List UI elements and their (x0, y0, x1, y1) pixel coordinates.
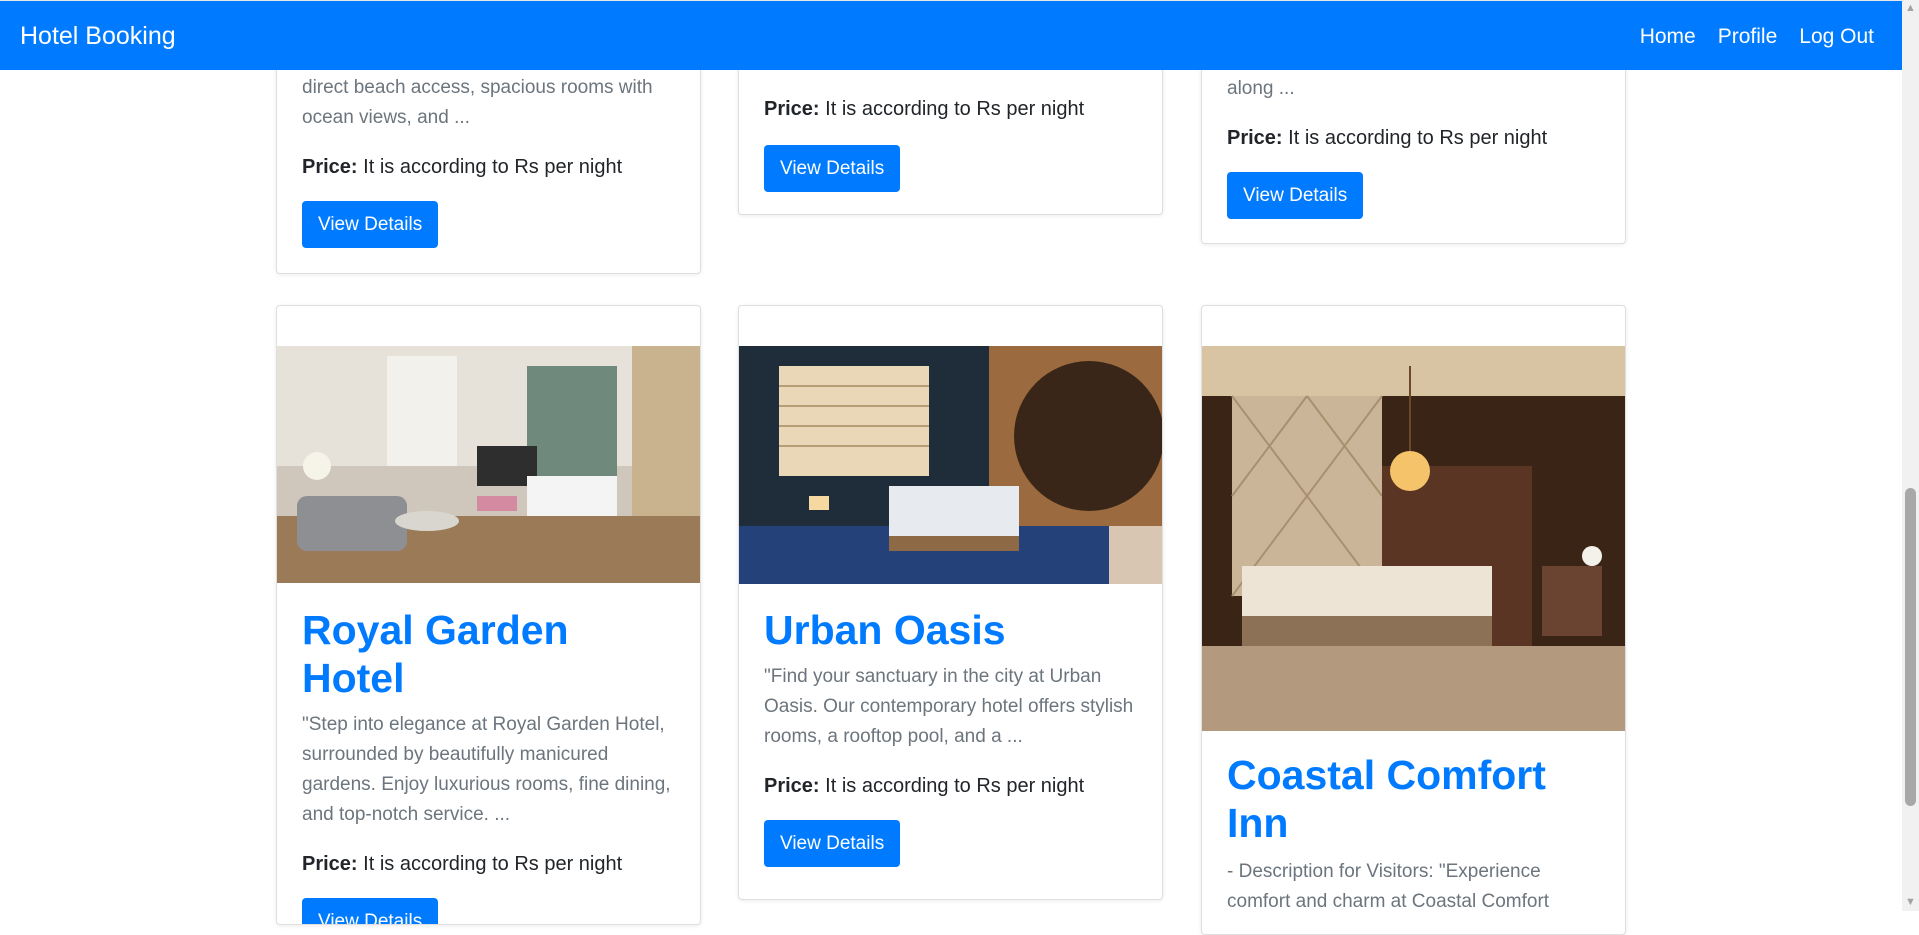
hotel-title[interactable]: Coastal Comfort Inn (1227, 751, 1607, 847)
hotel-description: direct beach access, spacious rooms with… (302, 77, 653, 128)
price-line: Price: It is according to Rs per night (1227, 127, 1548, 149)
nav-logout-link[interactable]: Log Out (1799, 25, 1874, 49)
scrollbar-thumb[interactable] (1905, 488, 1916, 806)
hotel-title[interactable]: Urban Oasis (764, 606, 1144, 654)
hotel-room-photo (277, 346, 700, 583)
hotel-description: along ... (1227, 78, 1295, 99)
scroll-up-arrow-icon[interactable]: ▲ (1902, 0, 1919, 17)
hotel-room-photo (1202, 346, 1625, 731)
brand-link[interactable]: Hotel Booking (20, 22, 176, 51)
hotel-description: "Find your sanctuary in the city at Urba… (764, 666, 1134, 747)
hotel-card-coastal-comfort: Coastal Comfort Inn - Description for Vi… (1201, 305, 1626, 935)
price-line: Price: It is according to Rs per night (302, 853, 623, 875)
navbar: Hotel Booking Home Profile Log Out (0, 0, 1902, 70)
hotel-card-top-1: direct beach access, spacious rooms with… (276, 40, 701, 274)
view-details-button[interactable]: View Details (764, 820, 901, 867)
hotel-image (739, 346, 1162, 584)
hotel-description: - Description for Visitors: "Experience … (1227, 861, 1550, 912)
nav-home-link[interactable]: Home (1640, 25, 1696, 49)
page-scrollbar[interactable]: ▲ ▼ (1902, 0, 1919, 911)
price-line: Price: It is according to Rs per night (764, 98, 1085, 120)
hotel-title[interactable]: Royal Garden Hotel (302, 606, 682, 702)
hotel-card-top-3: along ... Price: It is according to Rs p… (1201, 40, 1626, 244)
hotel-card-urban-oasis: Urban Oasis "Find your sanctuary in the … (738, 305, 1163, 900)
scroll-down-arrow-icon[interactable]: ▼ (1902, 894, 1919, 911)
view-details-button[interactable]: View Details (764, 145, 901, 192)
price-line: Price: It is according to Rs per night (764, 775, 1085, 797)
hotel-image (1202, 346, 1625, 731)
hotel-description: "Step into elegance at Royal Garden Hote… (302, 714, 671, 825)
hotel-room-photo (739, 346, 1162, 584)
nav-links: Home Profile Log Out (1640, 25, 1874, 49)
nav-profile-link[interactable]: Profile (1718, 25, 1778, 49)
price-line: Price: It is according to Rs per night (302, 156, 623, 178)
hotel-card-royal-garden: Royal Garden Hotel "Step into elegance a… (276, 305, 701, 925)
view-details-button[interactable]: View Details (302, 898, 439, 924)
view-details-button[interactable]: View Details (302, 201, 439, 248)
view-details-button[interactable]: View Details (1227, 172, 1364, 219)
hotel-image (277, 346, 700, 583)
